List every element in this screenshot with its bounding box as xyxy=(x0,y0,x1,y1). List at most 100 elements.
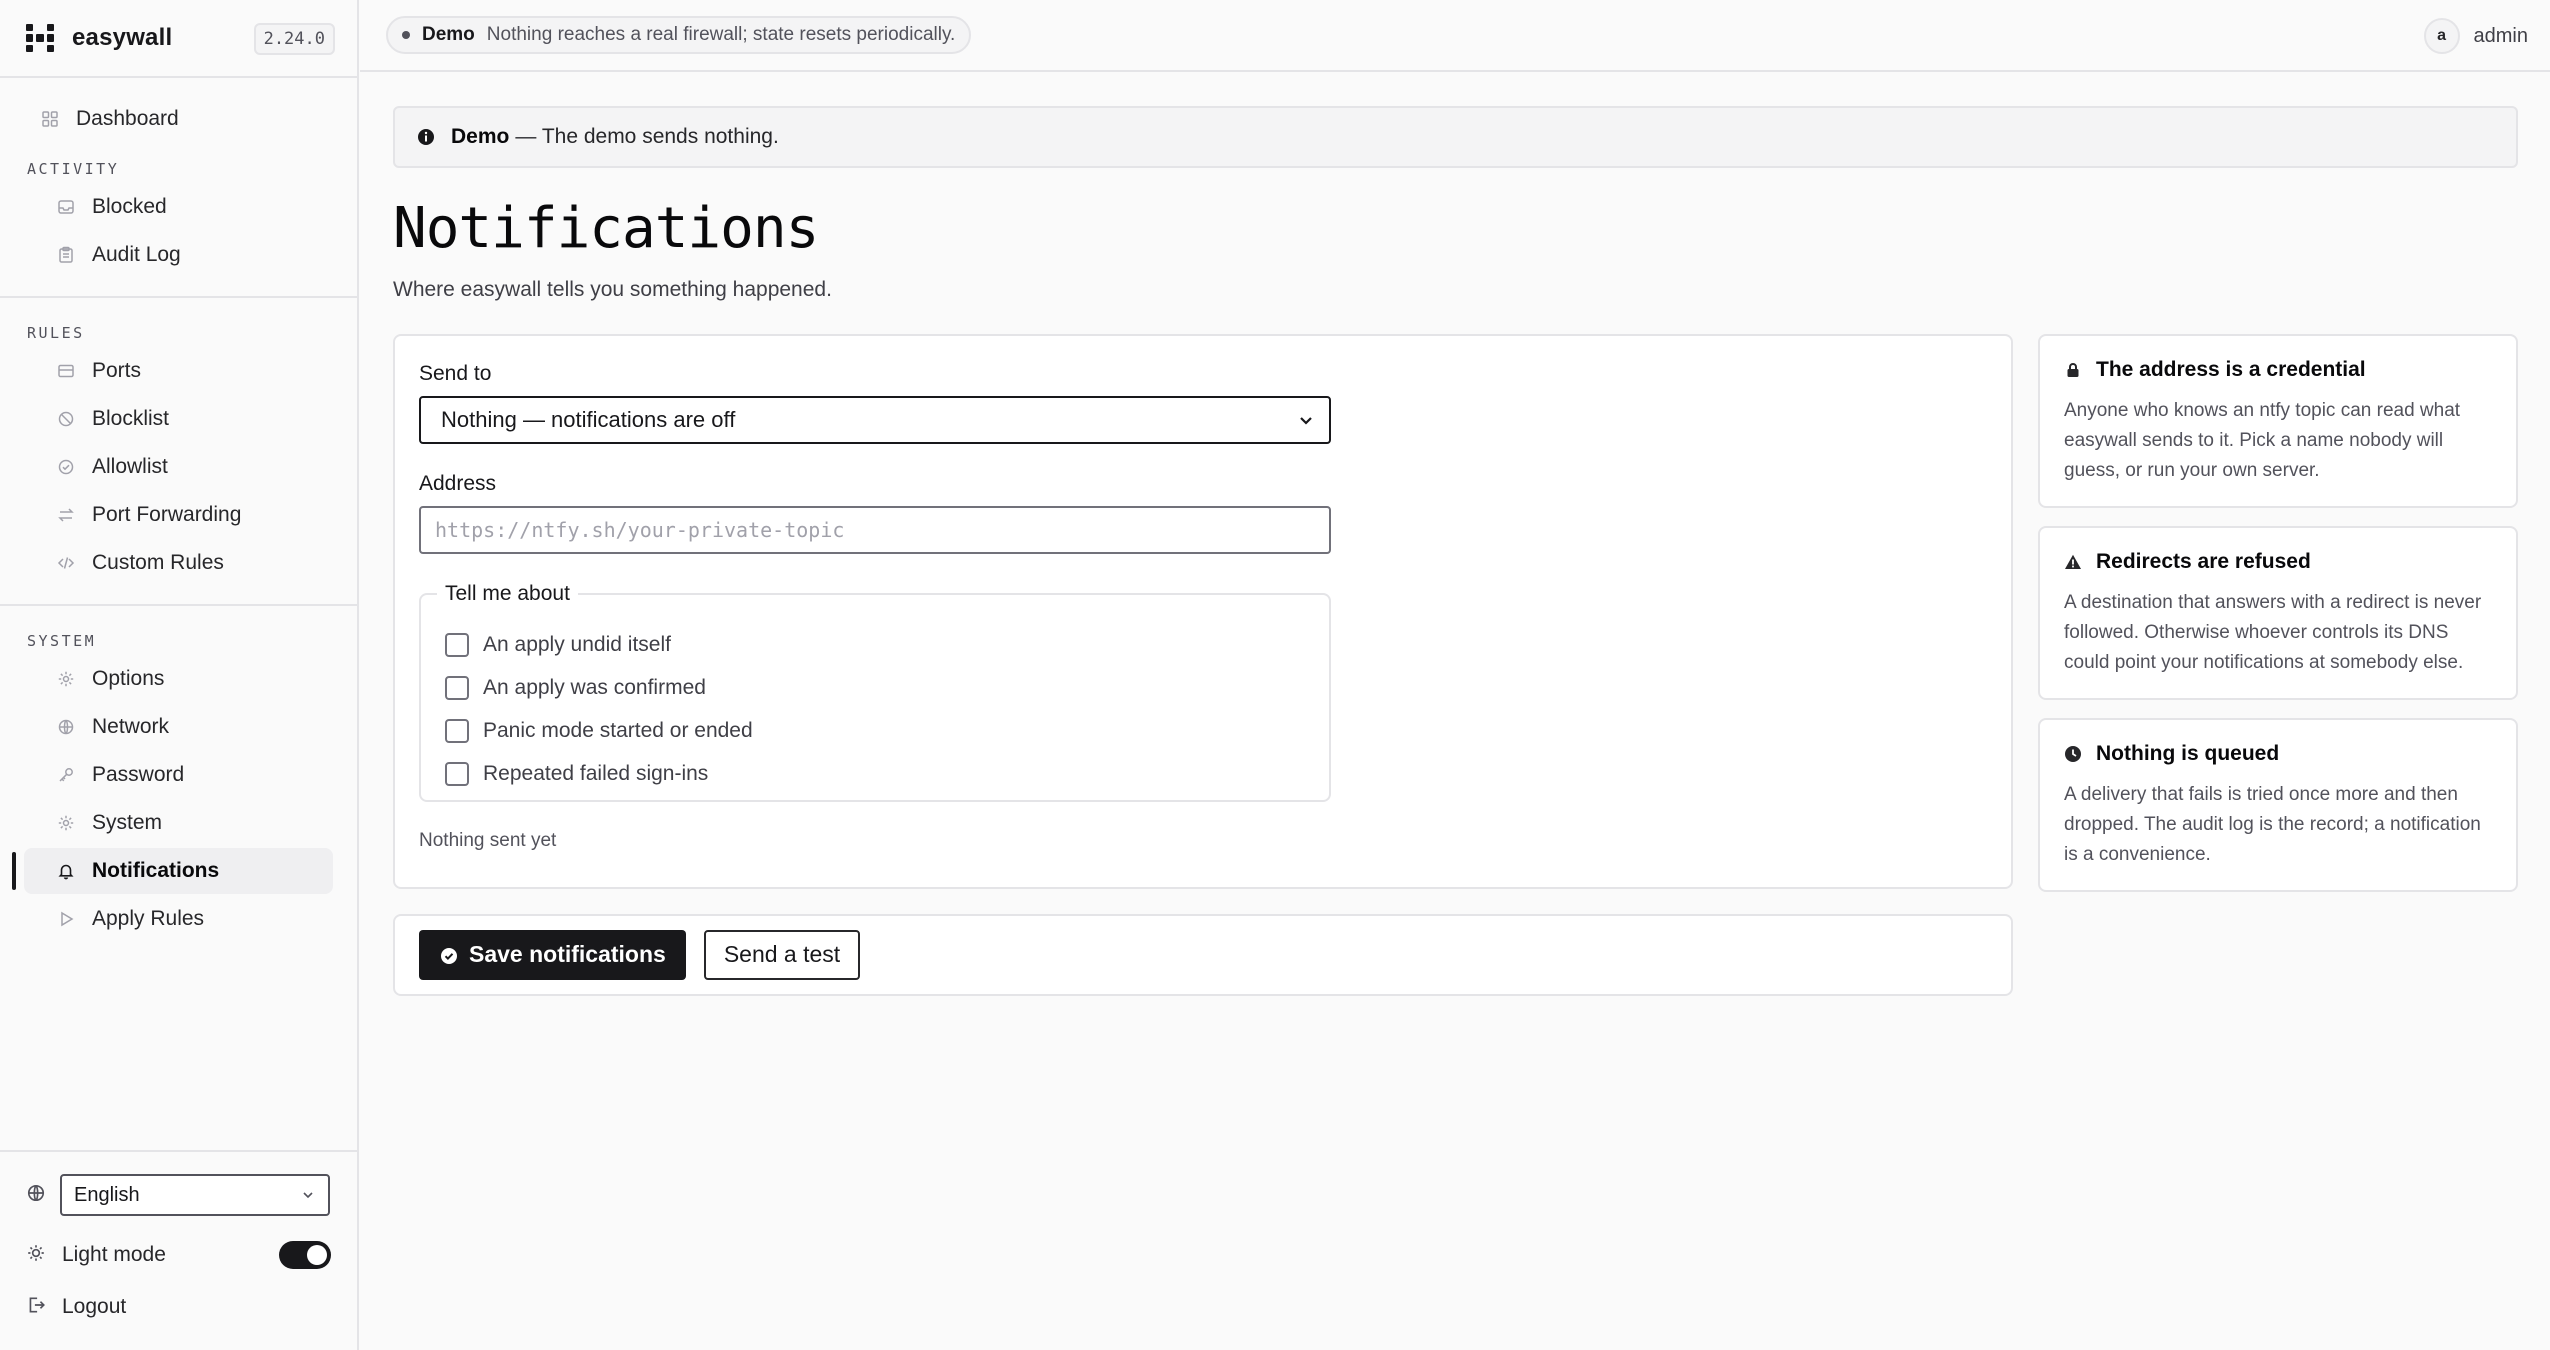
light-mode-toggle[interactable] xyxy=(279,1241,331,1269)
nav-rules: RULES Ports Blocklist Allowlist Port For… xyxy=(0,298,357,606)
sidebar-item-label: Allowlist xyxy=(92,455,168,478)
logout-icon xyxy=(26,1295,46,1320)
sidebar-item-blocked[interactable]: Blocked xyxy=(24,184,333,230)
sidebar-item-audit-log[interactable]: Audit Log xyxy=(24,232,333,278)
logout-label: Logout xyxy=(62,1295,127,1318)
code-icon xyxy=(57,554,75,572)
sidebar-item-system[interactable]: System xyxy=(24,800,333,846)
sidebar-item-apply-rules[interactable]: Apply Rules xyxy=(24,896,333,942)
info-card-body: Anyone who knows an ntfy topic can read … xyxy=(2064,399,2461,481)
section-label-activity: ACTIVITY xyxy=(27,160,120,178)
info-card-redirects: Redirects are refused A destination that… xyxy=(2038,525,2518,700)
light-mode-row: Light mode xyxy=(26,1236,331,1274)
sidebar-item-blocklist[interactable]: Blocklist xyxy=(24,396,333,442)
sidebar-item-network[interactable]: Network xyxy=(24,704,333,750)
sidebar-item-password[interactable]: Password xyxy=(24,752,333,798)
user-menu[interactable]: a admin xyxy=(2423,18,2528,54)
notification-form-card: Send to Nothing — notifications are off … xyxy=(393,333,2013,889)
demo-banner: Demo — The demo sends nothing. xyxy=(393,106,2518,168)
demo-pill-text: Nothing reaches a real firewall; state r… xyxy=(486,24,956,45)
send-to-label: Send to xyxy=(419,361,492,385)
info-card-body: A destination that answers with a redire… xyxy=(2064,591,2482,673)
info-card-title: Nothing is queued xyxy=(2064,742,2492,766)
sidebar-item-label: System xyxy=(92,811,163,834)
save-button-label: Save notifications xyxy=(469,941,666,968)
event-option[interactable]: An apply was confirmed xyxy=(445,667,1305,710)
sidebar-item-notifications[interactable]: Notifications xyxy=(12,848,333,894)
gear-icon xyxy=(57,814,75,832)
sidebar-item-label: Audit Log xyxy=(92,243,181,266)
play-icon xyxy=(57,910,75,928)
chevron-down-icon xyxy=(303,1192,313,1199)
clipboard-icon xyxy=(57,246,75,264)
event-option[interactable]: Repeated failed sign-ins xyxy=(445,753,1305,796)
save-notifications-button[interactable]: Save notifications xyxy=(419,929,686,980)
language-row: English xyxy=(26,1174,331,1216)
sidebar-item-label: Blocklist xyxy=(92,407,170,430)
globe-icon xyxy=(57,718,75,736)
gear-icon xyxy=(57,670,75,688)
sidebar-item-label: Options xyxy=(92,667,165,690)
light-mode-label: Light mode xyxy=(62,1243,166,1266)
send-to-select[interactable]: Nothing — notifications are off xyxy=(419,395,1331,444)
lock-icon xyxy=(2064,361,2082,379)
easywall-logo-icon xyxy=(26,24,54,52)
info-card-title-text: The address is a credential xyxy=(2096,357,2366,381)
page-subtitle: Where easywall tells you something happe… xyxy=(393,277,832,301)
sidebar-item-label: Blocked xyxy=(92,195,167,218)
arrows-swap-icon xyxy=(57,506,75,524)
demo-pill: Demo Nothing reaches a real firewall; st… xyxy=(386,16,972,54)
sidebar-item-allowlist[interactable]: Allowlist xyxy=(24,444,333,490)
sidebar-item-label: Ports xyxy=(92,359,142,382)
globe-icon xyxy=(26,1183,46,1208)
chevron-down-icon xyxy=(1300,416,1312,425)
event-label: An apply was confirmed xyxy=(483,676,706,700)
info-cards: The address is a credential Anyone who k… xyxy=(2038,333,2518,910)
events-legend: Tell me about xyxy=(445,581,570,605)
info-card-body: A delivery that fails is tried once more… xyxy=(2064,783,2481,865)
events-fieldset: Tell me about An apply undid itself An a… xyxy=(419,581,1331,802)
app-name: easywall xyxy=(72,24,173,51)
sidebar-item-label: Dashboard xyxy=(76,107,179,130)
logout-link[interactable]: Logout xyxy=(26,1288,331,1326)
sidebar-item-dashboard[interactable]: Dashboard xyxy=(24,96,333,142)
info-card-queue: Nothing is queued A delivery that fails … xyxy=(2038,717,2518,892)
event-checkbox[interactable] xyxy=(445,762,469,787)
delivery-status: Nothing sent yet xyxy=(419,829,557,851)
inbox-icon xyxy=(57,198,75,216)
sidebar-item-label: Password xyxy=(92,763,185,786)
nav-system: SYSTEM Options Network Password System N… xyxy=(0,606,357,960)
language-select[interactable]: English xyxy=(60,1174,330,1216)
event-option[interactable]: An apply undid itself xyxy=(445,624,1305,667)
user-name: admin xyxy=(2473,24,2528,47)
check-circle-icon xyxy=(439,945,459,965)
ban-icon xyxy=(57,410,75,428)
drawer-icon xyxy=(57,362,75,380)
event-label: Repeated failed sign-ins xyxy=(483,762,709,786)
dashboard-icon xyxy=(41,110,59,128)
banner-text: — The demo sends nothing. xyxy=(515,125,779,148)
event-checkbox[interactable] xyxy=(445,676,469,701)
send-test-button[interactable]: Send a test xyxy=(703,929,861,980)
event-label: An apply undid itself xyxy=(483,633,671,657)
sidebar-item-options[interactable]: Options xyxy=(24,656,333,702)
actions-card: Save notifications Send a test xyxy=(393,913,2013,996)
check-circle-icon xyxy=(57,458,75,476)
banner-title: Demo xyxy=(451,125,510,148)
address-input[interactable]: https://ntfy.sh/your-private-topic xyxy=(419,505,1331,554)
page-title: Notifications xyxy=(393,196,819,261)
brand: easywall 2.24.0 xyxy=(0,0,357,78)
language-value: English xyxy=(74,1183,140,1206)
main-content: Demo — The demo sends nothing. Notificat… xyxy=(393,72,2518,996)
info-card-title: The address is a credential xyxy=(2064,358,2492,382)
sidebar-item-port-forwarding[interactable]: Port Forwarding xyxy=(24,492,333,538)
event-checkbox[interactable] xyxy=(445,633,469,658)
sidebar-item-ports[interactable]: Ports xyxy=(24,348,333,394)
demo-pill-label: Demo xyxy=(422,24,475,45)
event-checkbox[interactable] xyxy=(445,719,469,744)
event-label: Panic mode started or ended xyxy=(483,719,753,743)
event-option[interactable]: Panic mode started or ended xyxy=(445,710,1305,753)
sidebar-item-custom-rules[interactable]: Custom Rules xyxy=(24,540,333,586)
info-card-credential: The address is a credential Anyone who k… xyxy=(2038,333,2518,508)
version-badge: 2.24.0 xyxy=(253,23,335,55)
